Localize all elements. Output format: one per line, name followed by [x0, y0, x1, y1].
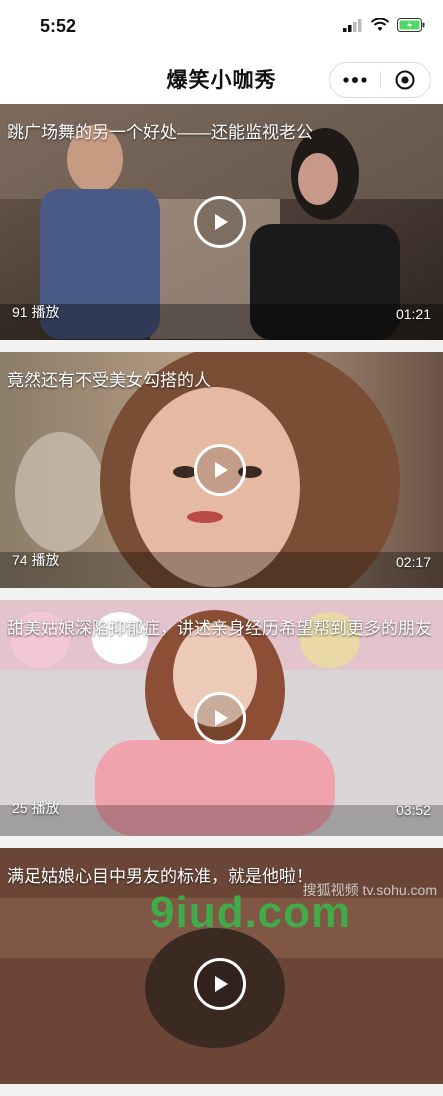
wifi-icon: [371, 18, 389, 31]
video-duration: 02:17: [395, 554, 431, 570]
nav-bar: 爆笑小咖秀: [0, 54, 443, 105]
play-icon: [215, 710, 228, 726]
play-button[interactable]: [194, 958, 246, 1010]
video-card[interactable]: 甜美姑娘深陷抑郁症，讲述亲身经历希望帮到更多的朋友 25 播放 03:52: [0, 600, 443, 836]
mini-program-capsule: [329, 62, 431, 98]
status-icons: [343, 18, 425, 32]
more-icon: [343, 77, 367, 83]
play-count: 91 播放: [12, 304, 60, 320]
close-capsule-icon: [395, 70, 415, 90]
play-button[interactable]: [194, 196, 246, 248]
play-count: 25 播放: [12, 800, 60, 816]
play-icon: [215, 214, 228, 230]
video-title: 竟然还有不受美女勾搭的人: [7, 371, 211, 390]
play-button[interactable]: [194, 444, 246, 496]
video-title: 跳广场舞的另一个好处——还能监视老公: [7, 123, 313, 142]
signal-icon: [343, 19, 362, 32]
play-button[interactable]: [194, 692, 246, 744]
video-duration: 03:52: [395, 802, 431, 818]
more-button[interactable]: [330, 63, 380, 97]
video-duration: 01:21: [395, 306, 431, 322]
play-count: 74 播放: [12, 552, 60, 568]
status-bar: 5:52: [0, 0, 443, 54]
video-card[interactable]: 跳广场舞的另一个好处——还能监视老公 91 播放 01:21: [0, 104, 443, 340]
status-time: 5:52: [40, 16, 77, 36]
video-card[interactable]: 竟然还有不受美女勾搭的人 74 播放 02:17: [0, 352, 443, 588]
play-icon: [215, 976, 228, 992]
play-icon: [215, 462, 228, 478]
close-capsule-button[interactable]: [381, 63, 431, 97]
battery-icon: [397, 18, 425, 32]
site-watermark: 9iud.com: [150, 888, 352, 937]
video-feed: 跳广场舞的另一个好处——还能监视老公 91 播放 01:21 竟然还有不受美女勾…: [0, 104, 443, 1096]
video-card[interactable]: 满足姑娘心目中男友的标准，就是他啦！ 搜狐视频 tv.sohu.com: [0, 848, 443, 1084]
video-title: 甜美姑娘深陷抑郁症，讲述亲身经历希望帮到更多的朋友: [7, 619, 432, 638]
